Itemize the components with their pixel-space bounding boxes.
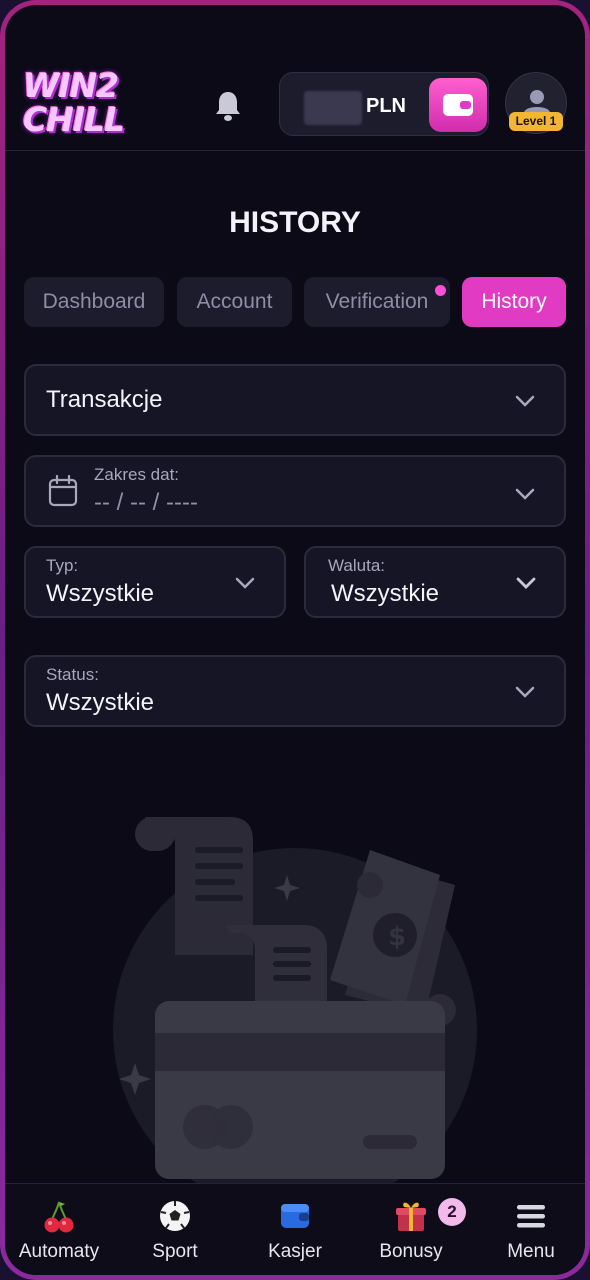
date-range-picker[interactable]: Zakres dat: -- / -- / ---- — [24, 455, 566, 527]
balance-amount-hidden — [304, 91, 362, 125]
page-title: HISTORY — [229, 206, 361, 239]
screen: WIN2 CHILL PLN Level 1 HISTORY Dashboard… — [5, 5, 585, 1275]
chevron-down-icon — [515, 488, 535, 500]
currency-select-value: Wszystkie — [331, 580, 439, 607]
top-header: WIN2 CHILL PLN Level 1 — [5, 5, 585, 151]
device-frame: WIN2 CHILL PLN Level 1 HISTORY Dashboard… — [0, 0, 590, 1280]
category-select-value: Transakcje — [46, 386, 163, 413]
calendar-icon — [48, 475, 78, 507]
tab-history[interactable]: History — [462, 277, 566, 327]
logo-text-line2: CHILL — [23, 100, 125, 139]
deposit-wallet-button[interactable] — [429, 78, 487, 132]
tab-label: Account — [196, 290, 273, 313]
nav-bonusy[interactable]: 2 Bonusy — [357, 1184, 466, 1275]
tab-dashboard[interactable]: Dashboard — [24, 277, 164, 327]
nav-menu[interactable]: Menu — [477, 1184, 585, 1275]
wallet-icon — [443, 94, 473, 116]
status-select-label: Status: — [46, 665, 99, 684]
bonus-count-badge: 2 — [438, 1198, 466, 1226]
chevron-down-icon — [515, 395, 535, 407]
cherries-icon — [44, 1201, 74, 1233]
tab-verification[interactable]: Verification — [304, 277, 450, 327]
chevron-down-icon — [516, 577, 536, 589]
status-select[interactable]: Status: Wszystkie — [24, 655, 566, 727]
nav-label: Bonusy — [379, 1241, 443, 1262]
nav-label: Sport — [152, 1241, 198, 1262]
gift-icon — [396, 1202, 426, 1231]
chevron-down-icon — [515, 686, 535, 698]
wallet-icon — [281, 1204, 309, 1228]
soccer-ball-icon — [160, 1201, 190, 1231]
currency-select-label: Waluta: — [328, 556, 386, 575]
menu-icon — [517, 1205, 545, 1228]
nav-automaty[interactable]: Automaty — [5, 1184, 113, 1275]
nav-kasjer[interactable]: Kasjer — [241, 1184, 349, 1275]
svg-text:$: $ — [388, 922, 406, 952]
status-select-value: Wszystkie — [46, 689, 154, 716]
chevron-down-icon — [235, 577, 255, 589]
tab-account[interactable]: Account — [177, 277, 292, 327]
tab-label: History — [481, 290, 547, 313]
category-select[interactable]: Transakcje — [24, 364, 566, 436]
date-range-placeholder: -- / -- / ---- — [94, 489, 198, 516]
bell-icon[interactable] — [213, 89, 243, 123]
nav-sport[interactable]: Sport — [121, 1184, 229, 1275]
tab-label: Dashboard — [42, 290, 146, 313]
win2chill-logo[interactable]: WIN2 CHILL — [23, 69, 153, 145]
tab-label: Verification — [325, 290, 429, 313]
type-select-label: Typ: — [46, 556, 79, 575]
balance-widget[interactable]: PLN — [279, 72, 489, 136]
level-badge: Level 1 — [509, 112, 563, 131]
bottom-navigation: Automaty Sport Kasjer 2 Bonusy Menu — [5, 1183, 585, 1275]
nav-label: Menu — [507, 1241, 555, 1262]
balance-currency: PLN — [366, 95, 406, 117]
logo-text-line1: WIN2 — [23, 66, 119, 105]
type-select-value: Wszystkie — [46, 580, 154, 607]
empty-history-illustration: $ — [113, 817, 477, 1185]
notification-dot — [435, 285, 446, 296]
nav-label: Automaty — [18, 1241, 100, 1262]
currency-select[interactable]: Waluta: Wszystkie — [304, 546, 566, 618]
nav-label: Kasjer — [268, 1241, 322, 1262]
date-range-label: Zakres dat: — [94, 465, 180, 484]
type-select[interactable]: Typ: Wszystkie — [24, 546, 286, 618]
